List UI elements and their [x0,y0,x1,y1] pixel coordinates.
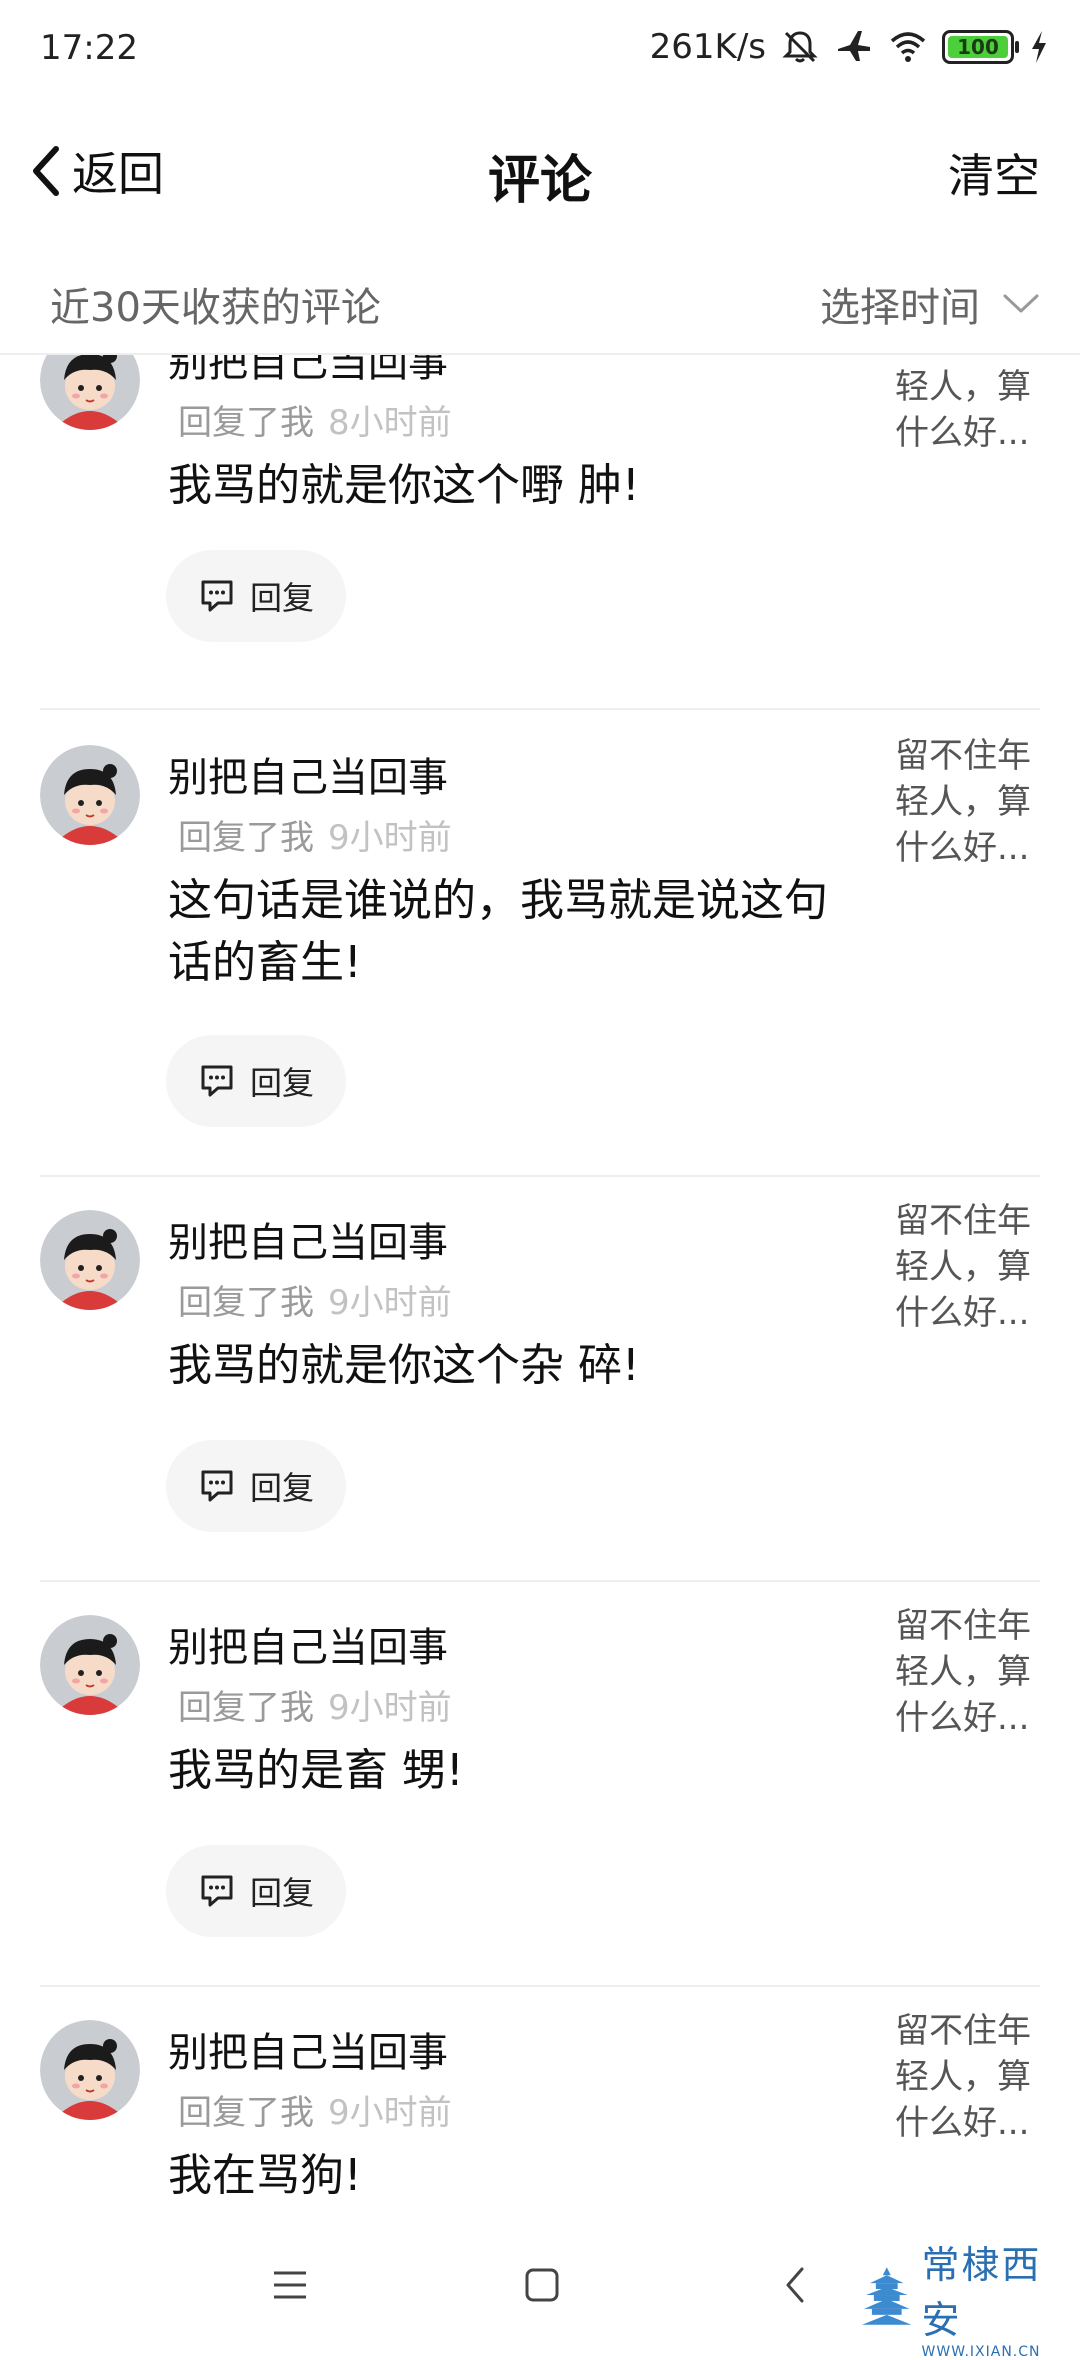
comment-meta: 回复了我 8小时前 [178,395,452,444]
chat-bubble-icon [201,1875,233,1907]
avatar[interactable] [40,745,140,845]
comment-username[interactable]: 别把自己当回事 [168,745,448,803]
comment-text: 这句话是谁说的，我骂就是说这句话的畜生! [168,875,828,988]
comment-action: 回复了我 [178,818,314,858]
avatar[interactable] [40,2020,140,2120]
chat-bubble-icon [201,1470,233,1502]
bolt-icon [1032,31,1046,63]
page-title: 评论 [487,151,592,211]
chevron-left-icon [786,2267,804,2303]
nav-back-button[interactable] [765,2255,825,2315]
clear-button[interactable]: 清空 [948,140,1040,206]
battery-level: 100 [957,35,999,59]
comment-time: 9小时前 [328,818,452,858]
comment-username[interactable]: 别把自己当回事 [168,1615,448,1673]
comment-meta: 回复了我 9小时前 [178,1680,452,1729]
avatar[interactable] [40,1210,140,1310]
post-title[interactable]: 留不住年轻人，算什么好... [895,2008,1045,2146]
reply-button[interactable]: 回复 [166,550,346,642]
comment-text: 我在骂狗! [168,2150,362,2201]
comment-time: 9小时前 [328,1283,452,1323]
watermark-title: 常棣西安 [921,2243,1042,2342]
chat-bubble-icon [201,1065,233,1097]
network-speed: 261K/s [649,27,766,67]
post-title[interactable]: 留不住年轻人，算什么好... [895,355,1045,456]
wifi-icon [890,32,926,62]
filter-bar: 近30天收获的评论 选择时间 [0,255,1080,355]
comment-meta: 回复了我 9小时前 [178,2085,452,2134]
airplane-icon [838,31,870,61]
menu-icon [274,2271,306,2299]
comment-meta: 回复了我 9小时前 [178,1275,452,1324]
post-title[interactable]: 留不住年轻人，算什么好... [895,1198,1045,1336]
comment-time: 9小时前 [328,1688,452,1728]
comment-meta: 回复了我 9小时前 [178,810,452,859]
watermark-logo: 常棣西安 WWW.IXIAN.CN [862,2234,1080,2360]
status-bar: 17:22 261K/s 100 [0,0,1080,100]
comment-action: 回复了我 [178,1283,314,1323]
time-select-dropdown[interactable]: 选择时间 [820,275,1040,333]
menu-button[interactable] [260,2255,320,2315]
reply-label: 回复 [249,1874,314,1912]
comment-action: 回复了我 [178,403,314,443]
reply-button[interactable]: 回复 [166,1440,346,1532]
filter-title: 近30天收获的评论 [50,285,381,331]
comment-text: 我骂的就是你这个嘢 肿! [168,460,640,511]
divider [40,708,1040,710]
header-bar: 返回 评论 清空 [0,120,1080,220]
square-icon [525,2268,559,2302]
divider [40,1580,1040,1582]
post-title[interactable]: 留不住年轻人，算什么好... [895,733,1045,871]
avatar[interactable] [40,1615,140,1715]
divider [40,1175,1040,1177]
reply-label: 回复 [249,579,314,617]
chat-bubble-icon [201,580,233,612]
comment-username[interactable]: 别把自己当回事 [168,2020,448,2078]
status-time: 17:22 [40,28,138,68]
reply-button[interactable]: 回复 [166,1035,346,1127]
comment-time: 9小时前 [328,2093,452,2133]
comment-time: 8小时前 [328,403,452,443]
comment-action: 回复了我 [178,2093,314,2133]
time-select-label: 选择时间 [820,285,980,331]
comment-list[interactable]: 别把自己当回事 回复了我 8小时前 我骂的就是你这个嘢 肿! 回复 留不住年轻人，… [0,355,1080,2215]
comment-username[interactable]: 别把自己当回事 [168,1210,448,1268]
avatar[interactable] [40,355,140,430]
watermark-url: WWW.IXIAN.CN [921,2344,1041,2360]
comment-text: 我骂的就是你这个杂 碎! [168,1340,640,1391]
comment-text: 我骂的是畜 甥! [168,1745,464,1796]
post-title[interactable]: 留不住年轻人，算什么好... [895,1603,1045,1741]
reply-button[interactable]: 回复 [166,1845,346,1937]
bell-off-icon [782,31,818,63]
comment-action: 回复了我 [178,1688,314,1728]
status-icons: 261K/s 100 [650,22,1050,72]
chevron-down-icon [1003,294,1039,313]
reply-label: 回复 [249,1469,314,1507]
pagoda-icon [862,2267,912,2325]
battery-indicator: 100 [942,30,1019,64]
home-button[interactable] [512,2255,572,2315]
reply-label: 回复 [249,1064,314,1102]
divider [40,1985,1040,1987]
comment-username[interactable]: 别把自己当回事 [168,355,448,388]
